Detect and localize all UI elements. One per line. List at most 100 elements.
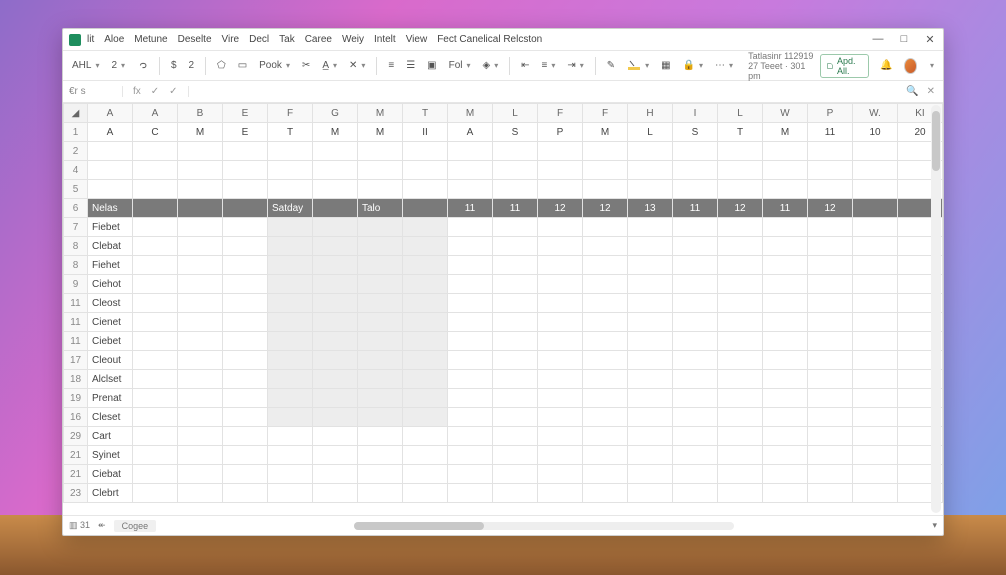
cell[interactable]: [268, 256, 313, 275]
cell[interactable]: [628, 313, 673, 332]
cell[interactable]: [313, 275, 358, 294]
cell[interactable]: [358, 218, 403, 237]
cell[interactable]: [313, 465, 358, 484]
horizontal-scroll-thumb[interactable]: [354, 522, 484, 530]
name-box[interactable]: €r s: [63, 86, 123, 97]
cell[interactable]: [133, 427, 178, 446]
cell[interactable]: Satday: [268, 199, 313, 218]
cell[interactable]: Cleset: [88, 408, 133, 427]
cell[interactable]: [403, 446, 448, 465]
cell[interactable]: [178, 199, 223, 218]
cell[interactable]: Fiehet: [88, 256, 133, 275]
cell[interactable]: [718, 332, 763, 351]
cell[interactable]: [313, 218, 358, 237]
cell[interactable]: [133, 275, 178, 294]
vertical-scrollbar[interactable]: [931, 105, 941, 513]
cell[interactable]: [268, 142, 313, 161]
cell[interactable]: [718, 313, 763, 332]
cell[interactable]: [718, 484, 763, 503]
cell[interactable]: [178, 408, 223, 427]
cell[interactable]: Alclset: [88, 370, 133, 389]
cell[interactable]: [133, 370, 178, 389]
cell[interactable]: [583, 484, 628, 503]
cell[interactable]: [358, 275, 403, 294]
cell[interactable]: [808, 180, 853, 199]
cell[interactable]: [853, 427, 898, 446]
row-header[interactable]: 1: [64, 123, 88, 142]
column-header[interactable]: H: [628, 104, 673, 123]
cell[interactable]: [133, 294, 178, 313]
cell[interactable]: [538, 237, 583, 256]
cell[interactable]: [268, 484, 313, 503]
row-header[interactable]: 6: [64, 199, 88, 218]
cell[interactable]: [673, 218, 718, 237]
cell[interactable]: [583, 218, 628, 237]
column-header[interactable]: F: [268, 104, 313, 123]
cell[interactable]: [628, 446, 673, 465]
cell[interactable]: [448, 389, 493, 408]
column-header[interactable]: M: [448, 104, 493, 123]
cell[interactable]: [808, 370, 853, 389]
cell[interactable]: [313, 313, 358, 332]
cell[interactable]: [448, 294, 493, 313]
cell[interactable]: [583, 294, 628, 313]
cell[interactable]: [268, 180, 313, 199]
cell[interactable]: [223, 351, 268, 370]
cell[interactable]: [313, 142, 358, 161]
cell[interactable]: [313, 294, 358, 313]
cell[interactable]: 12: [538, 199, 583, 218]
cell[interactable]: [673, 408, 718, 427]
row-header[interactable]: 4: [64, 161, 88, 180]
cell[interactable]: [133, 256, 178, 275]
cell[interactable]: 11: [493, 199, 538, 218]
row-header[interactable]: 7: [64, 218, 88, 237]
column-header[interactable]: F: [583, 104, 628, 123]
cell[interactable]: [178, 237, 223, 256]
cell[interactable]: [493, 142, 538, 161]
cell[interactable]: [223, 161, 268, 180]
cell[interactable]: [178, 294, 223, 313]
cell[interactable]: [403, 408, 448, 427]
cell[interactable]: [268, 370, 313, 389]
cell[interactable]: [358, 294, 403, 313]
cell[interactable]: [493, 294, 538, 313]
cell[interactable]: [448, 370, 493, 389]
cell[interactable]: [808, 313, 853, 332]
cell[interactable]: [763, 275, 808, 294]
cell[interactable]: [403, 370, 448, 389]
pencil-icon[interactable]: ✎: [604, 58, 618, 73]
select-all-corner[interactable]: ◢: [64, 104, 88, 123]
nav-back-icon[interactable]: ↞: [98, 520, 106, 531]
row-header[interactable]: 21: [64, 465, 88, 484]
cell[interactable]: [403, 199, 448, 218]
cell[interactable]: [583, 237, 628, 256]
cell[interactable]: M: [313, 123, 358, 142]
cell[interactable]: [538, 142, 583, 161]
row-header[interactable]: 11: [64, 332, 88, 351]
cell[interactable]: [808, 256, 853, 275]
column-header[interactable]: E: [223, 104, 268, 123]
notification-icon[interactable]: 🔔: [877, 58, 895, 73]
cell[interactable]: [808, 446, 853, 465]
cell[interactable]: [538, 180, 583, 199]
column-header[interactable]: I: [673, 104, 718, 123]
column-header[interactable]: L: [718, 104, 763, 123]
cell[interactable]: [448, 180, 493, 199]
cell[interactable]: [178, 370, 223, 389]
cell[interactable]: [718, 465, 763, 484]
cell[interactable]: Clebrt: [88, 484, 133, 503]
cell[interactable]: [268, 351, 313, 370]
box-icon[interactable]: ▭: [235, 58, 250, 73]
cell[interactable]: [358, 237, 403, 256]
cell[interactable]: [673, 161, 718, 180]
cell[interactable]: Prenat: [88, 389, 133, 408]
cell[interactable]: [853, 199, 898, 218]
cell[interactable]: [718, 161, 763, 180]
cell[interactable]: [538, 408, 583, 427]
cell[interactable]: [628, 465, 673, 484]
cell[interactable]: [808, 142, 853, 161]
cell[interactable]: [448, 275, 493, 294]
cell[interactable]: [583, 427, 628, 446]
cell[interactable]: [313, 408, 358, 427]
search-icon[interactable]: 🔍: [906, 86, 918, 97]
